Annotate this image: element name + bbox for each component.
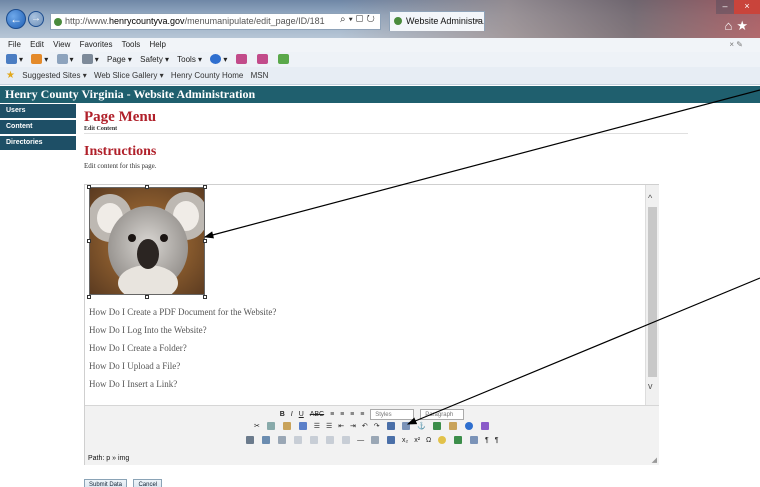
arrow-to-image <box>203 89 760 239</box>
screenshot-root: ← → http://www.henrycountyva.gov/menuman… <box>0 0 760 487</box>
annotation-arrows <box>203 89 760 425</box>
arrow-to-toolbar <box>406 277 760 425</box>
